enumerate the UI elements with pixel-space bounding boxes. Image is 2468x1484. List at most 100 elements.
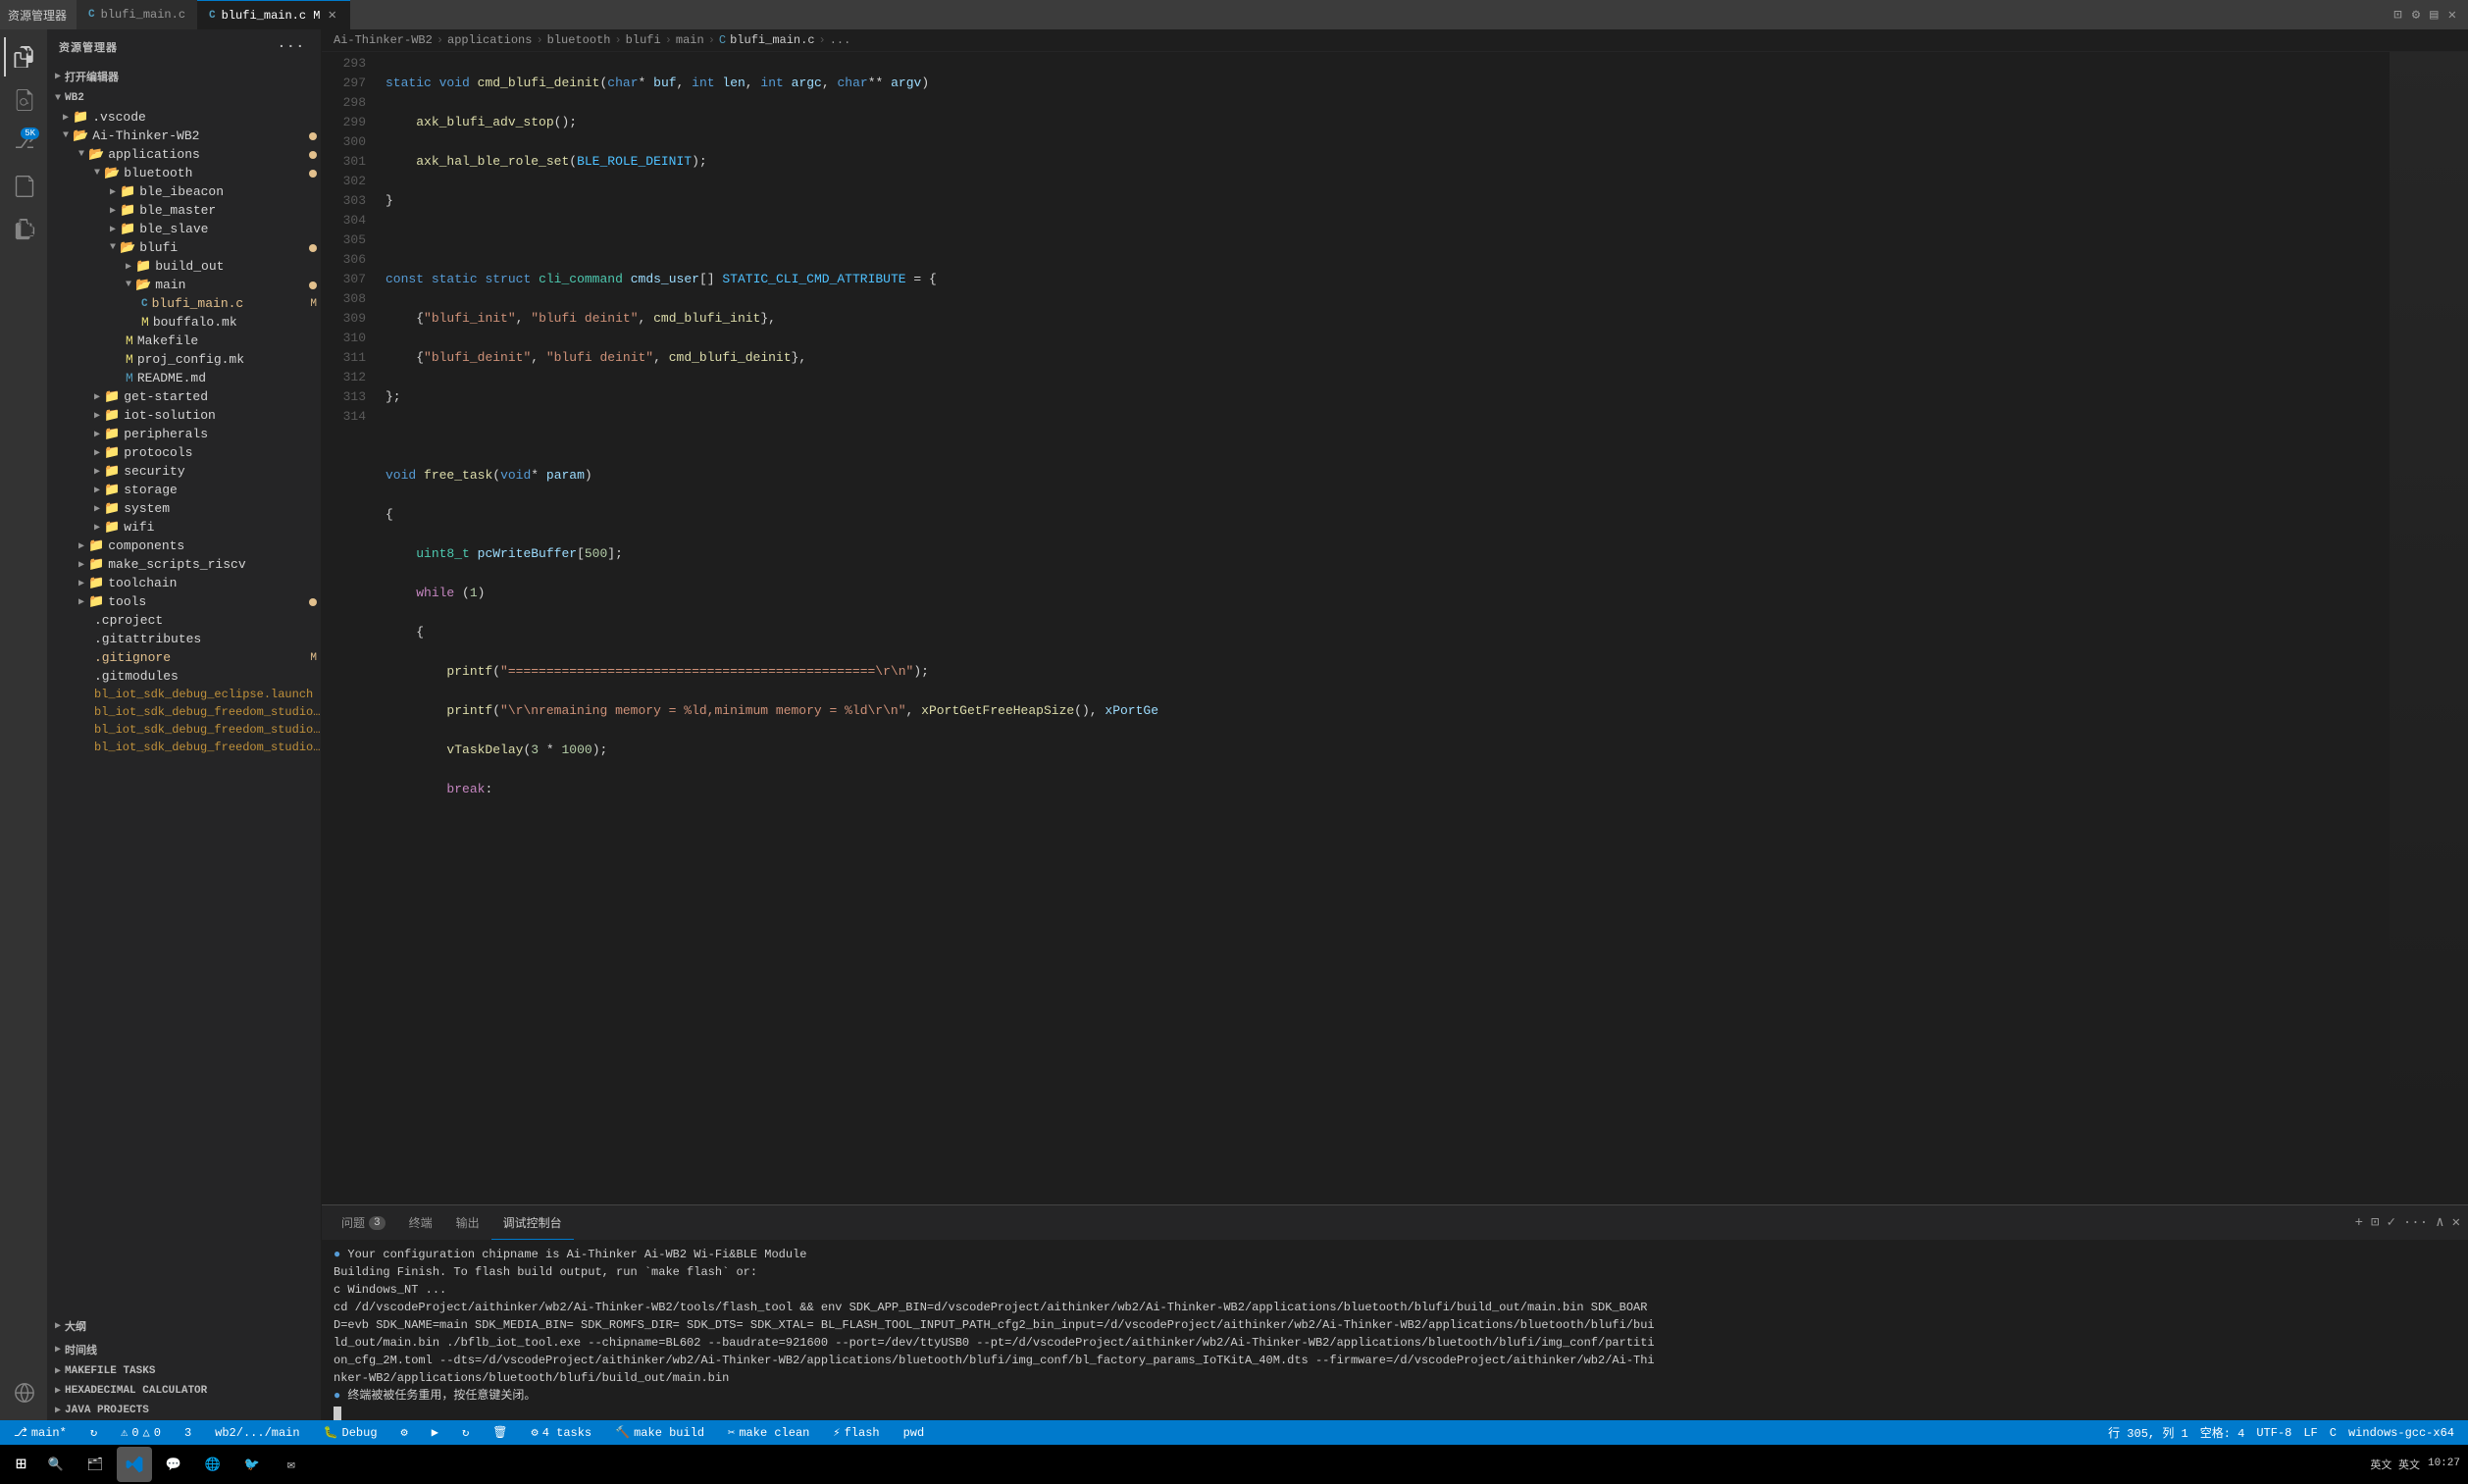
status-line-ending[interactable]: LF: [2297, 1420, 2323, 1445]
panel-make-icon[interactable]: ✓: [2387, 1214, 2394, 1231]
hex-calc-section[interactable]: ▶ HEXADECIMAL CALCULATOR: [47, 1381, 321, 1401]
wb2-section[interactable]: ▼ WB2: [47, 88, 321, 108]
panel-more-icon[interactable]: ···: [2403, 1215, 2428, 1231]
tree-item-blufi[interactable]: ▼ 📂 blufi: [47, 238, 321, 257]
breadcrumb-filename[interactable]: blufi_main.c: [730, 33, 814, 47]
tab-blufi-main-2[interactable]: C blufi_main.c M ✕: [197, 0, 350, 29]
terminal-content[interactable]: ● Your configuration chipname is Ai-Thin…: [322, 1240, 2468, 1420]
tree-item-components[interactable]: ▶ 📁 components: [47, 537, 321, 555]
status-pwd[interactable]: pwd: [898, 1420, 931, 1445]
activity-search[interactable]: [4, 80, 43, 120]
tree-item-launch3[interactable]: bl_iot_sdk_debug_freedom_studio_win_at..…: [47, 721, 321, 739]
panel-chevron-up-icon[interactable]: ∧: [2436, 1214, 2443, 1231]
status-play[interactable]: ▶: [426, 1420, 444, 1445]
breadcrumb-blufi[interactable]: blufi: [626, 33, 661, 47]
taskbar-search[interactable]: 🔍: [38, 1447, 74, 1482]
breadcrumb-ai-thinker[interactable]: Ai-Thinker-WB2: [334, 33, 433, 47]
status-language[interactable]: C: [2324, 1420, 2342, 1445]
taskbar-twitter[interactable]: 🐦: [234, 1447, 270, 1482]
tree-item-applications[interactable]: ▼ 📂 applications: [47, 145, 321, 164]
tree-item-blufi-main-c[interactable]: C blufi_main.c M: [47, 294, 321, 313]
open-editors-section[interactable]: ▶ 打开编辑器: [47, 65, 321, 88]
status-errors[interactable]: ⚠ 0 △ 0: [115, 1420, 167, 1445]
status-flash[interactable]: ⚡ flash: [827, 1420, 885, 1445]
tree-item-toolchain[interactable]: ▶ 📁 toolchain: [47, 574, 321, 592]
java-projects-section[interactable]: ▶ JAVA PROJECTS: [47, 1401, 321, 1420]
status-make-clean[interactable]: ✂ make clean: [722, 1420, 815, 1445]
tree-item-gitmodules[interactable]: .gitmodules: [47, 667, 321, 686]
timeline-section[interactable]: ▶ 时间线: [47, 1338, 321, 1361]
tree-item-security[interactable]: ▶ 📁 security: [47, 462, 321, 481]
breadcrumb-more[interactable]: ...: [830, 33, 851, 47]
status-tasks[interactable]: ⚙ 4 tasks: [525, 1420, 597, 1445]
activity-explorer[interactable]: [4, 37, 43, 77]
makefile-tasks-section[interactable]: ▶ MAKEFILE TASKS: [47, 1361, 321, 1381]
status-trash[interactable]: 🗑: [487, 1420, 513, 1445]
tree-item-main[interactable]: ▼ 📂 main: [47, 276, 321, 294]
tree-item-vscode[interactable]: ▶ 📁 .vscode: [47, 108, 321, 127]
tree-item-bluetooth[interactable]: ▼ 📂 bluetooth: [47, 164, 321, 182]
activity-git[interactable]: ⎇ 5K: [4, 124, 43, 163]
tree-item-wifi[interactable]: ▶ 📁 wifi: [47, 518, 321, 537]
status-compiler[interactable]: windows-gcc-x64: [2342, 1420, 2460, 1445]
panel-add-icon[interactable]: +: [2355, 1215, 2363, 1231]
tree-item-proj-config[interactable]: M proj_config.mk: [47, 350, 321, 369]
activity-remote[interactable]: [4, 1373, 43, 1412]
tree-item-tools[interactable]: ▶ 📁 tools: [47, 592, 321, 611]
tree-item-protocols[interactable]: ▶ 📁 protocols: [47, 443, 321, 462]
tree-item-bouffalo-mk[interactable]: M bouffalo.mk: [47, 313, 321, 332]
tree-item-launch4[interactable]: bl_iot_sdk_debug_freedom_studio_win_bl..…: [47, 739, 321, 756]
status-encoding[interactable]: UTF-8: [2250, 1420, 2297, 1445]
activity-extensions[interactable]: [4, 210, 43, 249]
tree-item-cproject[interactable]: .cproject: [47, 611, 321, 630]
status-debug[interactable]: 🐛 Debug: [318, 1420, 384, 1445]
outline-section[interactable]: ▶ 大纲: [47, 1314, 321, 1338]
status-branch[interactable]: ⎇ main*: [8, 1420, 73, 1445]
taskbar-edge[interactable]: 🌐: [195, 1447, 231, 1482]
status-sync[interactable]: ↻: [84, 1420, 103, 1445]
tree-item-ble-slave[interactable]: ▶ 📁 ble_slave: [47, 220, 321, 238]
tree-item-peripherals[interactable]: ▶ 📁 peripherals: [47, 425, 321, 443]
layout-icon[interactable]: ▤: [2430, 7, 2438, 24]
tab-close-button[interactable]: ✕: [326, 7, 337, 24]
activity-run[interactable]: [4, 167, 43, 206]
status-gear[interactable]: ⚙: [395, 1420, 414, 1445]
tree-item-make-scripts[interactable]: ▶ 📁 make_scripts_riscv: [47, 555, 321, 574]
settings-icon[interactable]: ⚙: [2412, 7, 2420, 24]
tree-item-readme[interactable]: M README.md: [47, 369, 321, 387]
tree-item-iot-solution[interactable]: ▶ 📁 iot-solution: [47, 406, 321, 425]
tree-item-gitignore[interactable]: .gitignore M: [47, 648, 321, 667]
status-wb2[interactable]: wb2/.../main: [209, 1420, 305, 1445]
tree-item-gitattributes[interactable]: .gitattributes: [47, 630, 321, 648]
taskbar-vscode[interactable]: [117, 1447, 152, 1482]
tree-item-launch1[interactable]: bl_iot_sdk_debug_eclipse.launch: [47, 686, 321, 703]
tree-item-ble-ibeacon[interactable]: ▶ 📁 ble_ibeacon: [47, 182, 321, 201]
tree-item-storage[interactable]: ▶ 📁 storage: [47, 481, 321, 499]
status-spaces[interactable]: 空格: 4: [2194, 1420, 2251, 1445]
split-editor-icon[interactable]: ⊡: [2393, 7, 2401, 24]
taskbar-mail[interactable]: ✉: [274, 1447, 309, 1482]
sidebar-more-icon[interactable]: ···: [274, 37, 309, 57]
close-icon[interactable]: ✕: [2448, 7, 2456, 24]
taskbar-chat[interactable]: 💬: [156, 1447, 191, 1482]
tree-item-ai-thinker[interactable]: ▼ 📂 Ai-Thinker-WB2: [47, 127, 321, 145]
status-row-col[interactable]: 行 305, 列 1: [2102, 1420, 2194, 1445]
start-button[interactable]: ⊞: [8, 1450, 34, 1479]
panel-tab-debug-console[interactable]: 调试控制台: [491, 1205, 574, 1240]
panel-split-icon[interactable]: ⊡: [2371, 1214, 2379, 1231]
tree-item-get-started[interactable]: ▶ 📁 get-started: [47, 387, 321, 406]
code-content[interactable]: static void cmd_blufi_deinit(char* buf, …: [376, 52, 2390, 1204]
panel-close-icon[interactable]: ✕: [2452, 1214, 2460, 1231]
breadcrumb-applications[interactable]: applications: [447, 33, 532, 47]
tree-item-ble-master[interactable]: ▶ 📁 ble_master: [47, 201, 321, 220]
tree-item-build-out[interactable]: ▶ 📁 build_out: [47, 257, 321, 276]
panel-tab-output[interactable]: 输出: [444, 1205, 491, 1240]
tree-item-makefile[interactable]: M Makefile: [47, 332, 321, 350]
tree-item-system[interactable]: ▶ 📁 system: [47, 499, 321, 518]
tab-blufi-main-1[interactable]: C blufi_main.c: [77, 0, 197, 29]
tree-item-launch2[interactable]: bl_iot_sdk_debug_freedom_studio_win_at..…: [47, 703, 321, 721]
breadcrumb-main[interactable]: main: [676, 33, 704, 47]
taskbar-explorer[interactable]: 🗂: [77, 1447, 113, 1482]
status-make-build[interactable]: 🔨 make build: [609, 1420, 710, 1445]
panel-tab-terminal[interactable]: 终端: [397, 1205, 444, 1240]
